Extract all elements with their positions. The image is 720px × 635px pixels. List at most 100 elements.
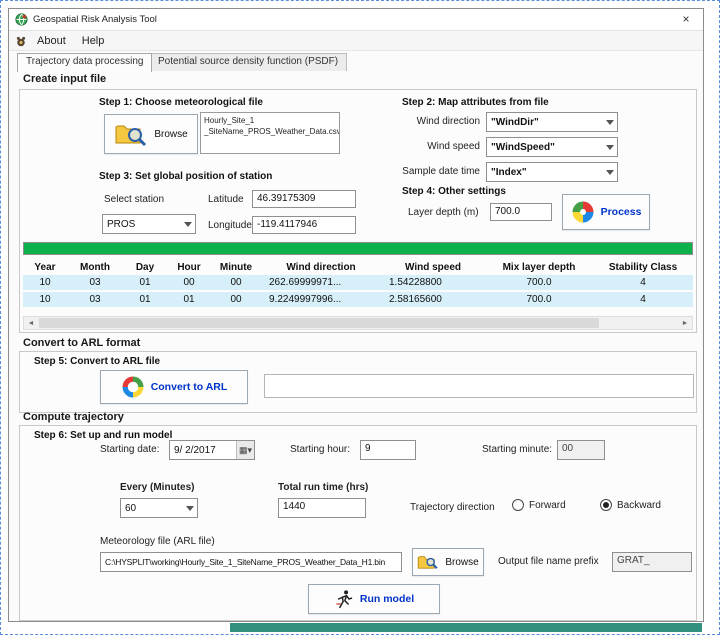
browse-arl-file-button[interactable]: Browse: [412, 548, 484, 576]
cell: 01: [167, 291, 211, 308]
scroll-right-icon[interactable]: ►: [678, 317, 692, 329]
wind-direction-label: Wind direction: [380, 116, 480, 127]
step2-title: Step 2: Map attributes from file: [402, 97, 549, 108]
starting-minute-field: 00: [557, 440, 605, 460]
close-button[interactable]: ×: [669, 9, 703, 30]
starting-date-picker[interactable]: 9/ 2/2017 ▦▾: [169, 440, 255, 460]
create-input-group: Step 1: Choose meteorological file Brows…: [19, 89, 697, 333]
run-model-button[interactable]: Run model: [308, 584, 440, 614]
latitude-label: Latitude: [208, 194, 244, 205]
browse-arl-file-label: Browse: [445, 557, 478, 568]
total-run-time-field[interactable]: 1440: [278, 498, 366, 518]
step5-title: Step 5: Convert to ARL file: [34, 356, 160, 367]
met-arl-file-field[interactable]: C:\HYSPLIT\working\Hourly_Site_1_SiteNam…: [100, 552, 402, 572]
output-prefix-label: Output file name prefix: [498, 556, 599, 567]
menu-bar: About Help: [9, 31, 703, 51]
col-hour[interactable]: Hour: [167, 260, 211, 275]
chevron-down-icon: [186, 506, 194, 515]
met-file-line2: _SiteName_PROS_Weather_Data.csv: [204, 127, 336, 138]
convert-progress-bar: [264, 374, 694, 398]
every-minutes-label: Every (Minutes): [120, 482, 194, 493]
wind-speed-select[interactable]: "WindSpeed": [486, 137, 618, 157]
compute-group: Step 6: Set up and run model Starting da…: [19, 425, 697, 621]
tab-trajectory-data-processing[interactable]: Trajectory data processing: [17, 53, 152, 72]
running-person-icon: [334, 589, 354, 609]
cell: 00: [211, 291, 261, 308]
col-wind-speed[interactable]: Wind speed: [381, 260, 485, 275]
latitude-field[interactable]: 46.39175309: [252, 190, 356, 208]
col-stability-class[interactable]: Stability Class: [593, 260, 693, 275]
folder-browse-icon: [417, 554, 439, 570]
output-prefix-field[interactable]: GRAT_: [612, 552, 692, 572]
cell: 700.0: [485, 275, 593, 291]
weather-data-table: Year Month Day Hour Minute Wind directio…: [23, 260, 693, 309]
convert-to-arl-label: Convert to ARL: [151, 381, 228, 393]
radio-backward-label: Backward: [617, 500, 661, 511]
col-month[interactable]: Month: [67, 260, 123, 275]
sample-date-time-value: "Index": [491, 167, 527, 178]
chevron-down-icon: [606, 120, 614, 129]
starting-date-label: Starting date:: [100, 444, 159, 455]
table-horizontal-scrollbar[interactable]: ◄ ►: [23, 316, 693, 330]
longitude-label: Longitude: [208, 220, 252, 231]
table-row[interactable]: 10 03 01 00 00 262.69999971... 1.5422880…: [23, 275, 693, 291]
starting-hour-field[interactable]: 9: [360, 440, 416, 460]
browse-met-file-label: Browse: [154, 129, 187, 140]
convert-group: Step 5: Convert to ARL file Convert to A…: [19, 351, 697, 413]
convert-to-arl-button[interactable]: Convert to ARL: [100, 370, 248, 404]
station-value: PROS: [107, 219, 135, 230]
col-mix-layer-depth[interactable]: Mix layer depth: [485, 260, 593, 275]
layer-depth-field[interactable]: 700.0: [490, 203, 552, 221]
wind-speed-label: Wind speed: [380, 141, 480, 152]
cell: 00: [211, 275, 261, 291]
met-arl-file-label: Meteorology file (ARL file): [100, 536, 215, 547]
cell: 03: [67, 291, 123, 308]
tab-psdf[interactable]: Potential source density function (PSDF): [149, 53, 347, 71]
cell: 4: [593, 291, 693, 308]
bottom-taskbar-strip: [230, 623, 702, 632]
table-row[interactable]: 10 03 01 01 00 9.2249997996... 2.5816560…: [23, 291, 693, 308]
every-minutes-select[interactable]: 60: [120, 498, 198, 518]
radio-backward[interactable]: Backward: [600, 499, 661, 511]
tab-strip: Trajectory data processing Potential sou…: [15, 53, 697, 71]
col-day[interactable]: Day: [123, 260, 167, 275]
station-select[interactable]: PROS: [102, 214, 196, 234]
cell: 03: [67, 275, 123, 291]
step3-title: Step 3: Set global position of station: [99, 171, 272, 182]
chevron-down-icon: [606, 170, 614, 179]
total-run-time-label: Total run time (hrs): [278, 482, 368, 493]
radio-forward-label: Forward: [529, 500, 566, 511]
sample-date-time-label: Sample date time: [380, 166, 480, 177]
pinwheel-icon: [571, 200, 595, 224]
col-wind-direction[interactable]: Wind direction: [261, 260, 381, 275]
menu-item-help[interactable]: Help: [74, 33, 113, 49]
starting-date-value: 9/ 2/2017: [170, 445, 216, 456]
scroll-left-icon[interactable]: ◄: [24, 317, 38, 329]
cell: 01: [123, 275, 167, 291]
longitude-field[interactable]: -119.4117946: [252, 216, 356, 234]
create-input-heading: Create input file: [23, 73, 106, 85]
menu-item-about[interactable]: About: [29, 33, 74, 49]
cell: 9.2249997996...: [261, 291, 381, 308]
cell: 1.54228800: [381, 275, 485, 291]
convert-heading: Convert to ARL format: [23, 337, 140, 349]
sample-date-time-select[interactable]: "Index": [486, 162, 618, 182]
title-bar[interactable]: Geospatial Risk Analysis Tool ×: [9, 9, 703, 31]
scrollbar-thumb[interactable]: [39, 318, 599, 328]
col-minute[interactable]: Minute: [211, 260, 261, 275]
cell: 01: [123, 291, 167, 308]
browse-met-file-button[interactable]: Browse: [104, 114, 198, 154]
starting-hour-label: Starting hour:: [290, 444, 350, 455]
process-button[interactable]: Process: [562, 194, 650, 230]
col-year[interactable]: Year: [23, 260, 67, 275]
wind-direction-select[interactable]: "WindDir": [486, 112, 618, 132]
calendar-dropdown-icon[interactable]: ▦▾: [236, 441, 254, 459]
read-progress-bar: [23, 242, 693, 255]
wind-speed-value: "WindSpeed": [491, 142, 555, 153]
cell: 2.58165600: [381, 291, 485, 308]
select-station-label: Select station: [104, 194, 164, 205]
met-file-display: Hourly_Site_1 _SiteName_PROS_Weather_Dat…: [200, 112, 340, 154]
step6-title: Step 6: Set up and run model: [34, 430, 172, 441]
process-label: Process: [601, 206, 642, 218]
radio-forward[interactable]: Forward: [512, 499, 566, 511]
